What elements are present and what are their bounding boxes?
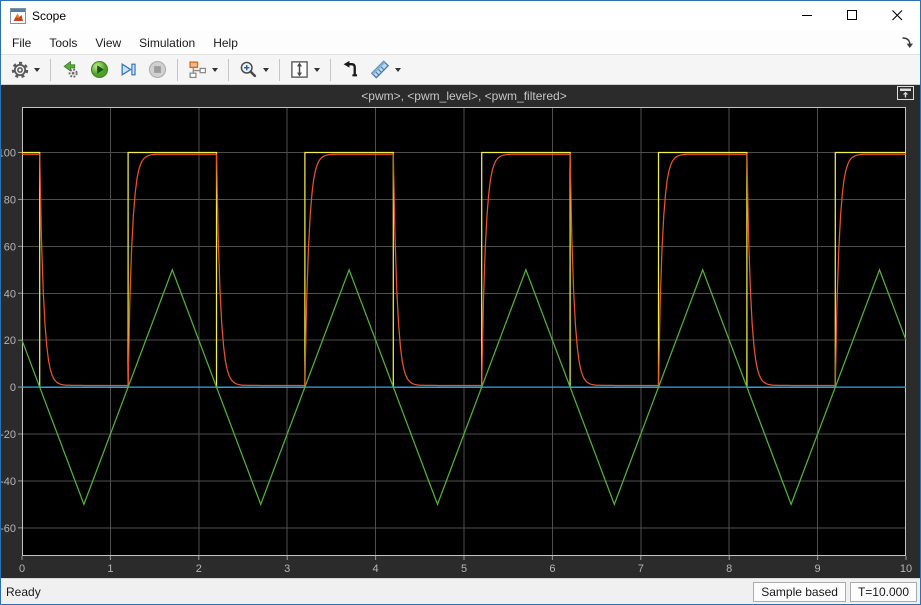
zoom-in-button[interactable] xyxy=(234,56,274,83)
y-tick-label: 0 xyxy=(10,382,16,394)
x-tick-label: 2 xyxy=(196,563,202,575)
plot-title: <pwm>, <pwm_level>, <pwm_filtered> xyxy=(361,89,566,103)
expand-axes-button[interactable] xyxy=(897,86,914,100)
measurements-icon xyxy=(370,60,390,79)
y-tick-label: -60 xyxy=(1,523,16,535)
span-axes-icon xyxy=(290,60,309,79)
highlight-block-dropdown-arrow[interactable] xyxy=(212,68,218,72)
sim-time-panel: T=10.000 xyxy=(850,582,917,602)
run-icon xyxy=(90,60,109,79)
stop-button[interactable] xyxy=(143,56,172,83)
scope-plot-svg[interactable]: 0 1 2 3 4 5 6 7 8 9 10 -60 -40 -20 0 20 40 60 80 100 <pwm>, … xyxy=(1,85,920,578)
minimize-icon xyxy=(802,10,813,21)
y-tick-label: 40 xyxy=(4,288,16,300)
close-button[interactable] xyxy=(875,1,920,30)
simulink-block-icon xyxy=(188,60,207,79)
x-tick-label: 8 xyxy=(726,563,732,575)
statusbar: Ready Sample based T=10.000 xyxy=(1,578,920,604)
window-title: Scope xyxy=(32,9,66,23)
close-icon xyxy=(892,10,903,21)
trigger-icon xyxy=(341,60,360,79)
plot-area: 0 1 2 3 4 5 6 7 8 9 10 -60 -40 -20 0 20 40 60 80 100 <pwm>, … xyxy=(1,85,920,578)
run-button[interactable] xyxy=(85,56,114,83)
menubar: File Tools View Simulation Help xyxy=(1,31,920,54)
menu-file[interactable]: File xyxy=(3,33,40,53)
scope-window: Scope File Tools View Simulation Help xyxy=(0,0,921,605)
minimize-button[interactable] xyxy=(785,1,830,30)
gear-icon xyxy=(11,61,29,79)
y-tick-label: 100 xyxy=(1,148,16,160)
toolbar-separator xyxy=(177,59,178,81)
toolbar-separator xyxy=(50,59,51,81)
highlight-simulink-block-button[interactable] xyxy=(183,56,223,83)
y-tick-label: 80 xyxy=(4,194,16,206)
toolbar xyxy=(1,54,920,85)
x-tick-label: 7 xyxy=(638,563,644,575)
y-tick-label: 60 xyxy=(4,241,16,253)
stepping-options-icon xyxy=(61,60,80,79)
x-tick-label: 10 xyxy=(900,563,912,575)
x-tick-label: 6 xyxy=(549,563,555,575)
span-axes-button[interactable] xyxy=(285,56,325,83)
menu-simulation[interactable]: Simulation xyxy=(130,33,204,53)
toolbar-separator xyxy=(228,59,229,81)
x-tick-label: 1 xyxy=(107,563,113,575)
measurements-dropdown-arrow[interactable] xyxy=(395,68,401,72)
x-tick-label: 4 xyxy=(373,563,379,575)
settings-dropdown-arrow[interactable] xyxy=(34,68,40,72)
titlebar: Scope xyxy=(1,1,920,31)
step-forward-icon xyxy=(119,60,138,79)
menu-tools[interactable]: Tools xyxy=(40,33,86,53)
x-tick-label: 3 xyxy=(284,563,290,575)
toolbar-separator xyxy=(279,59,280,81)
matlab-scope-icon xyxy=(10,8,26,24)
span-dropdown-arrow[interactable] xyxy=(314,68,320,72)
step-forward-button[interactable] xyxy=(114,56,143,83)
stop-icon xyxy=(148,60,167,79)
y-tick-label: -40 xyxy=(1,476,16,488)
toolbar-separator xyxy=(330,59,331,81)
y-tick-label: 20 xyxy=(4,335,16,347)
maximize-icon xyxy=(847,10,858,21)
stepping-options-button[interactable] xyxy=(56,56,85,83)
status-text: Ready xyxy=(4,585,749,599)
menu-view[interactable]: View xyxy=(86,33,130,53)
trigger-button[interactable] xyxy=(336,56,365,83)
dock-arrow-icon[interactable] xyxy=(901,36,913,49)
x-tick-label: 5 xyxy=(461,563,467,575)
x-tick-label: 0 xyxy=(19,563,25,575)
zoom-in-icon xyxy=(239,60,258,79)
zoom-dropdown-arrow[interactable] xyxy=(263,68,269,72)
sample-mode-panel: Sample based xyxy=(753,582,846,602)
menu-help[interactable]: Help xyxy=(204,33,247,53)
settings-button[interactable] xyxy=(6,57,45,83)
cursor-measurements-button[interactable] xyxy=(365,56,406,83)
x-tick-label: 9 xyxy=(815,563,821,575)
maximize-button[interactable] xyxy=(830,1,875,30)
y-tick-label: -20 xyxy=(1,429,16,441)
